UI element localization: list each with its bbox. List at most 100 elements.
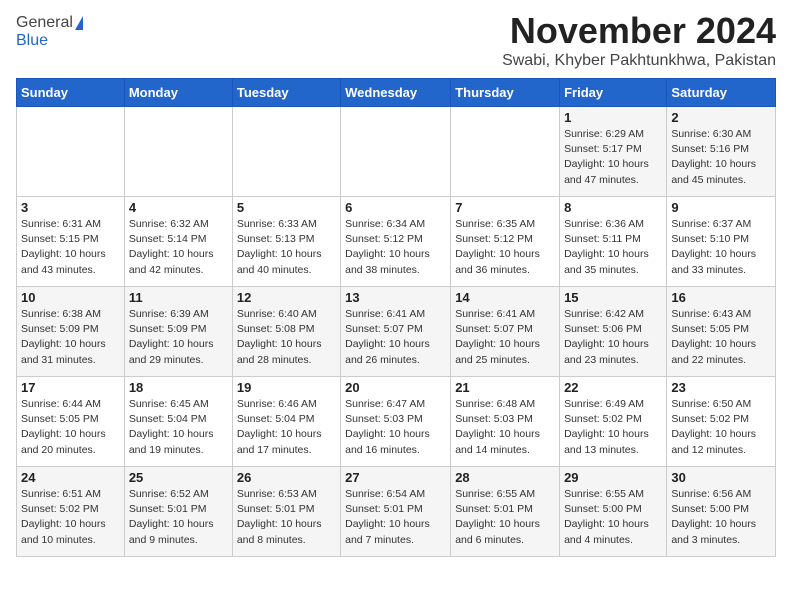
day-info: Sunrise: 6:44 AM Sunset: 5:05 PM Dayligh… bbox=[21, 397, 120, 458]
logo-triangle-icon bbox=[75, 16, 83, 30]
day-info: Sunrise: 6:42 AM Sunset: 5:06 PM Dayligh… bbox=[564, 307, 662, 368]
title-block: November 2024 Swabi, Khyber Pakhtunkhwa,… bbox=[502, 10, 776, 70]
calendar-cell: 13 Sunrise: 6:41 AM Sunset: 5:07 PM Dayli… bbox=[341, 287, 451, 377]
calendar-cell: 25 Sunrise: 6:52 AM Sunset: 5:01 PM Dayli… bbox=[124, 467, 232, 557]
calendar-cell: 27 Sunrise: 6:54 AM Sunset: 5:01 PM Dayli… bbox=[341, 467, 451, 557]
day-number: 25 bbox=[129, 470, 228, 485]
day-info: Sunrise: 6:48 AM Sunset: 5:03 PM Dayligh… bbox=[455, 397, 555, 458]
day-number: 30 bbox=[671, 470, 771, 485]
calendar-cell: 5Sunrise: 6:33 AM Sunset: 5:13 PM Daylig… bbox=[232, 197, 340, 287]
weekday-header-sunday: Sunday bbox=[17, 79, 125, 107]
day-number: 26 bbox=[237, 470, 336, 485]
calendar-cell: 7 Sunrise: 6:35 AM Sunset: 5:12 PM Daylig… bbox=[451, 197, 560, 287]
day-number: 21 bbox=[455, 380, 555, 395]
day-info: Sunrise: 6:46 AM Sunset: 5:04 PM Dayligh… bbox=[237, 397, 336, 458]
calendar-cell: 24 Sunrise: 6:51 AM Sunset: 5:02 PM Dayli… bbox=[17, 467, 125, 557]
month-title: November 2024 bbox=[502, 10, 776, 52]
calendar-cell: 26 Sunrise: 6:53 AM Sunset: 5:01 PM Dayli… bbox=[232, 467, 340, 557]
day-number: 6 bbox=[345, 200, 446, 215]
calendar-cell: 29 Sunrise: 6:55 AM Sunset: 5:00 PM Dayli… bbox=[560, 467, 667, 557]
day-info: Sunrise: 6:54 AM Sunset: 5:01 PM Dayligh… bbox=[345, 487, 446, 548]
day-info: Sunrise: 6:35 AM Sunset: 5:12 PM Dayligh… bbox=[455, 217, 555, 278]
day-number: 2 bbox=[671, 110, 771, 125]
logo-blue: Blue bbox=[16, 32, 48, 50]
calendar-cell: 22Sunrise: 6:49 AM Sunset: 5:02 PM Dayli… bbox=[560, 377, 667, 467]
day-number: 17 bbox=[21, 380, 120, 395]
day-info: Sunrise: 6:38 AM Sunset: 5:09 PM Dayligh… bbox=[21, 307, 120, 368]
day-number: 27 bbox=[345, 470, 446, 485]
day-info: Sunrise: 6:56 AM Sunset: 5:00 PM Dayligh… bbox=[671, 487, 771, 548]
day-info: Sunrise: 6:53 AM Sunset: 5:01 PM Dayligh… bbox=[237, 487, 336, 548]
calendar-cell: 12 Sunrise: 6:40 AM Sunset: 5:08 PM Dayli… bbox=[232, 287, 340, 377]
day-number: 22 bbox=[564, 380, 662, 395]
day-number: 14 bbox=[455, 290, 555, 305]
calendar-cell: 10Sunrise: 6:38 AM Sunset: 5:09 PM Dayli… bbox=[17, 287, 125, 377]
page-header: General Blue November 2024 Swabi, Khyber… bbox=[16, 10, 776, 70]
day-info: Sunrise: 6:47 AM Sunset: 5:03 PM Dayligh… bbox=[345, 397, 446, 458]
location-title: Swabi, Khyber Pakhtunkhwa, Pakistan bbox=[502, 52, 776, 70]
day-info: Sunrise: 6:55 AM Sunset: 5:00 PM Dayligh… bbox=[564, 487, 662, 548]
day-number: 4 bbox=[129, 200, 228, 215]
calendar-cell: 3 Sunrise: 6:31 AM Sunset: 5:15 PM Daylig… bbox=[17, 197, 125, 287]
calendar-cell bbox=[341, 107, 451, 197]
calendar-cell bbox=[17, 107, 125, 197]
day-info: Sunrise: 6:32 AM Sunset: 5:14 PM Dayligh… bbox=[129, 217, 228, 278]
calendar-cell bbox=[451, 107, 560, 197]
day-info: Sunrise: 6:55 AM Sunset: 5:01 PM Dayligh… bbox=[455, 487, 555, 548]
calendar-cell: 4 Sunrise: 6:32 AM Sunset: 5:14 PM Daylig… bbox=[124, 197, 232, 287]
calendar-cell: 16 Sunrise: 6:43 AM Sunset: 5:05 PM Dayli… bbox=[667, 287, 776, 377]
day-number: 29 bbox=[564, 470, 662, 485]
day-number: 13 bbox=[345, 290, 446, 305]
logo: General Blue bbox=[16, 14, 83, 50]
calendar-cell: 9 Sunrise: 6:37 AM Sunset: 5:10 PM Daylig… bbox=[667, 197, 776, 287]
calendar-table: SundayMondayTuesdayWednesdayThursdayFrid… bbox=[16, 78, 776, 557]
logo-general: General bbox=[16, 14, 73, 32]
day-info: Sunrise: 6:37 AM Sunset: 5:10 PM Dayligh… bbox=[671, 217, 771, 278]
calendar-cell: 2 Sunrise: 6:30 AM Sunset: 5:16 PM Daylig… bbox=[667, 107, 776, 197]
day-number: 12 bbox=[237, 290, 336, 305]
day-info: Sunrise: 6:39 AM Sunset: 5:09 PM Dayligh… bbox=[129, 307, 228, 368]
day-number: 3 bbox=[21, 200, 120, 215]
calendar-cell: 21 Sunrise: 6:48 AM Sunset: 5:03 PM Dayli… bbox=[451, 377, 560, 467]
day-number: 24 bbox=[21, 470, 120, 485]
calendar-cell: 19 Sunrise: 6:46 AM Sunset: 5:04 PM Dayli… bbox=[232, 377, 340, 467]
calendar-cell: 14 Sunrise: 6:41 AM Sunset: 5:07 PM Dayli… bbox=[451, 287, 560, 377]
day-info: Sunrise: 6:30 AM Sunset: 5:16 PM Dayligh… bbox=[671, 127, 771, 188]
day-info: Sunrise: 6:41 AM Sunset: 5:07 PM Dayligh… bbox=[345, 307, 446, 368]
weekday-header-monday: Monday bbox=[124, 79, 232, 107]
day-number: 19 bbox=[237, 380, 336, 395]
day-number: 1 bbox=[564, 110, 662, 125]
day-number: 23 bbox=[671, 380, 771, 395]
day-info: Sunrise: 6:31 AM Sunset: 5:15 PM Dayligh… bbox=[21, 217, 120, 278]
day-number: 9 bbox=[671, 200, 771, 215]
day-number: 7 bbox=[455, 200, 555, 215]
day-info: Sunrise: 6:40 AM Sunset: 5:08 PM Dayligh… bbox=[237, 307, 336, 368]
calendar-cell bbox=[232, 107, 340, 197]
calendar-cell: 30 Sunrise: 6:56 AM Sunset: 5:00 PM Dayli… bbox=[667, 467, 776, 557]
calendar-cell: 17 Sunrise: 6:44 AM Sunset: 5:05 PM Dayli… bbox=[17, 377, 125, 467]
weekday-header-saturday: Saturday bbox=[667, 79, 776, 107]
day-info: Sunrise: 6:52 AM Sunset: 5:01 PM Dayligh… bbox=[129, 487, 228, 548]
weekday-header-wednesday: Wednesday bbox=[341, 79, 451, 107]
calendar-cell: 8 Sunrise: 6:36 AM Sunset: 5:11 PM Daylig… bbox=[560, 197, 667, 287]
calendar-cell: 18Sunrise: 6:45 AM Sunset: 5:04 PM Dayli… bbox=[124, 377, 232, 467]
calendar-cell: 20 Sunrise: 6:47 AM Sunset: 5:03 PM Dayli… bbox=[341, 377, 451, 467]
calendar-cell: 11Sunrise: 6:39 AM Sunset: 5:09 PM Dayli… bbox=[124, 287, 232, 377]
calendar-cell: 6 Sunrise: 6:34 AM Sunset: 5:12 PM Daylig… bbox=[341, 197, 451, 287]
day-info: Sunrise: 6:34 AM Sunset: 5:12 PM Dayligh… bbox=[345, 217, 446, 278]
calendar-cell: 15 Sunrise: 6:42 AM Sunset: 5:06 PM Dayli… bbox=[560, 287, 667, 377]
day-info: Sunrise: 6:41 AM Sunset: 5:07 PM Dayligh… bbox=[455, 307, 555, 368]
calendar-cell bbox=[124, 107, 232, 197]
day-number: 8 bbox=[564, 200, 662, 215]
day-info: Sunrise: 6:50 AM Sunset: 5:02 PM Dayligh… bbox=[671, 397, 771, 458]
day-number: 28 bbox=[455, 470, 555, 485]
calendar-cell: 23 Sunrise: 6:50 AM Sunset: 5:02 PM Dayli… bbox=[667, 377, 776, 467]
day-info: Sunrise: 6:51 AM Sunset: 5:02 PM Dayligh… bbox=[21, 487, 120, 548]
day-info: Sunrise: 6:45 AM Sunset: 5:04 PM Dayligh… bbox=[129, 397, 228, 458]
day-info: Sunrise: 6:43 AM Sunset: 5:05 PM Dayligh… bbox=[671, 307, 771, 368]
weekday-header-thursday: Thursday bbox=[451, 79, 560, 107]
day-number: 15 bbox=[564, 290, 662, 305]
day-number: 16 bbox=[671, 290, 771, 305]
day-number: 20 bbox=[345, 380, 446, 395]
day-info: Sunrise: 6:36 AM Sunset: 5:11 PM Dayligh… bbox=[564, 217, 662, 278]
